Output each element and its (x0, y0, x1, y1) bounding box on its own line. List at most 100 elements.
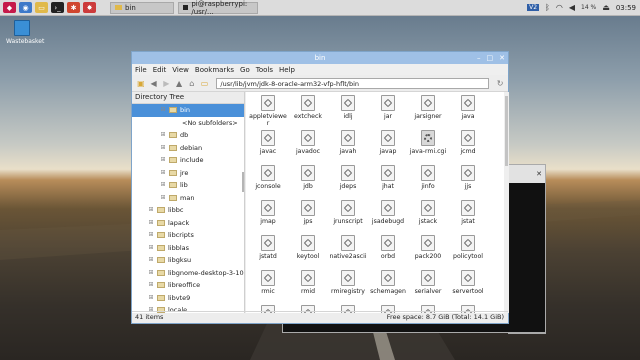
tree-item[interactable]: ⊞ lapack (132, 217, 244, 230)
window-titlebar[interactable]: bin – □ ✕ (132, 52, 508, 64)
file-item[interactable]: jdb (288, 165, 328, 190)
tree-item[interactable]: ⊞ debian (132, 142, 244, 155)
expand-icon[interactable]: ⊞ (148, 217, 154, 230)
task-file-manager[interactable]: bin (110, 1, 174, 14)
new-tab-icon[interactable]: ▣ (136, 78, 146, 88)
expand-icon[interactable]: ⊞ (160, 167, 166, 180)
menu-go[interactable]: Go (240, 66, 250, 74)
terminal-window[interactable]: ✕ (508, 164, 546, 334)
file-item[interactable]: jinfo (408, 165, 448, 190)
file-item[interactable]: java-rmi.cgi (408, 130, 448, 155)
minimize-icon[interactable]: – (477, 54, 481, 62)
file-item[interactable]: java (448, 95, 488, 120)
tree-item[interactable]: ⊞ libcripts (132, 229, 244, 242)
forward-icon[interactable]: ▶ (161, 78, 171, 88)
file-item[interactable]: keytool (288, 235, 328, 260)
tree-item[interactable]: ⊞ libgnome-desktop-3-10 (132, 267, 244, 280)
file-item[interactable]: jdeps (328, 165, 368, 190)
vnc-badge-icon[interactable]: V2 (527, 4, 540, 11)
file-item[interactable]: jsadebugd (368, 200, 408, 225)
expand-icon[interactable]: ⊞ (160, 142, 166, 155)
file-item[interactable]: jhat (368, 165, 408, 190)
clock[interactable]: 03:59 (616, 4, 636, 12)
file-item[interactable]: jcmd (448, 130, 488, 155)
file-item[interactable]: appletviewer (248, 95, 288, 127)
tree-item[interactable]: ⊞ include (132, 154, 244, 167)
back-icon[interactable]: ◀ (149, 78, 159, 88)
terminal-titlebar[interactable]: ✕ (509, 165, 545, 183)
grid-scrollbar[interactable] (504, 92, 509, 313)
file-item[interactable]: rmic (248, 270, 288, 295)
file-item[interactable]: pack200 (408, 235, 448, 260)
file-item[interactable]: schemagen (368, 270, 408, 295)
menu-view[interactable]: View (172, 66, 189, 74)
tree-item[interactable]: ⊞ libvte9 (132, 292, 244, 305)
file-item[interactable]: jconsole (248, 165, 288, 190)
file-item[interactable]: servertool (448, 270, 488, 295)
file-item[interactable]: javah (328, 130, 368, 155)
tree-item[interactable]: ⊟ bin (132, 104, 244, 117)
tree-scrollbar-thumb[interactable] (242, 172, 244, 192)
expand-icon[interactable]: ⊞ (148, 267, 154, 280)
reload-icon[interactable]: ↻ (495, 78, 505, 88)
menu-edit[interactable]: Edit (153, 66, 167, 74)
tree-item[interactable]: ⊞ lib (132, 179, 244, 192)
file-item[interactable]: jrunscript (328, 200, 368, 225)
browser-icon[interactable]: ◉ (19, 2, 32, 13)
file-item[interactable]: orbd (368, 235, 408, 260)
close-icon[interactable]: ✕ (536, 170, 542, 178)
home-icon[interactable]: ⌂ (187, 78, 197, 88)
menu-tools[interactable]: Tools (256, 66, 273, 74)
wifi-icon[interactable]: ◠ (556, 3, 563, 12)
file-item[interactable]: jstat (448, 200, 488, 225)
expand-icon[interactable]: ⊞ (160, 179, 166, 192)
wolfram-icon[interactable]: ✱ (67, 2, 80, 13)
task-terminal[interactable]: pi@raspberrypi: /usr/... (178, 0, 258, 16)
file-item[interactable]: jps (288, 200, 328, 225)
bluetooth-icon[interactable]: ᛒ (545, 3, 550, 12)
maximize-icon[interactable]: □ (487, 54, 494, 62)
mathematica-icon[interactable]: ✸ (83, 2, 96, 13)
tree-item[interactable]: <No subfolders> (132, 117, 244, 130)
expand-icon[interactable]: ⊞ (148, 292, 154, 305)
tree-item[interactable]: ⊞ man (132, 192, 244, 205)
tree-item[interactable]: ⊞ libblas (132, 242, 244, 255)
file-item[interactable]: jar (368, 95, 408, 120)
file-item[interactable]: rmiregistry (328, 270, 368, 295)
tree-item[interactable]: ⊞ libbc (132, 204, 244, 217)
close-icon[interactable]: ✕ (499, 54, 505, 62)
file-item[interactable]: jstack (408, 200, 448, 225)
expand-icon[interactable]: ⊞ (148, 204, 154, 217)
menu-bookmarks[interactable]: Bookmarks (195, 66, 234, 74)
grid-scrollbar-thumb[interactable] (505, 96, 508, 166)
file-item[interactable]: jjs (448, 165, 488, 190)
wastebasket-desktop-icon[interactable]: Wastebasket (6, 20, 44, 45)
file-item[interactable]: javadoc (288, 130, 328, 155)
expand-icon[interactable]: ⊞ (160, 192, 166, 205)
file-item[interactable]: policytool (448, 235, 488, 260)
file-item[interactable]: javap (368, 130, 408, 155)
expand-icon[interactable]: ⊞ (160, 154, 166, 167)
expand-icon[interactable]: ⊞ (160, 129, 166, 142)
terminal-icon[interactable]: ›_ (51, 2, 64, 13)
file-item[interactable]: serialver (408, 270, 448, 295)
up-icon[interactable]: ▲ (174, 78, 184, 88)
expand-icon[interactable]: ⊞ (148, 229, 154, 242)
file-item[interactable]: rmid (288, 270, 328, 295)
tree-item[interactable]: ⊞ libreoffice (132, 279, 244, 292)
menu-help[interactable]: Help (279, 66, 295, 74)
tree-item[interactable]: ⊞ jre (132, 167, 244, 180)
volume-icon[interactable]: ◀ (569, 3, 575, 12)
file-item[interactable]: jmap (248, 200, 288, 225)
file-manager-icon[interactable]: ▭ (35, 2, 48, 13)
eject-icon[interactable]: ⏏ (602, 3, 610, 12)
path-input[interactable]: /usr/lib/jvm/jdk-8-oracle-arm32-vfp-hflt… (216, 77, 490, 89)
expand-icon[interactable]: ⊞ (148, 242, 154, 255)
raspberry-menu-icon[interactable]: ◆ (3, 2, 16, 13)
expand-icon[interactable]: ⊞ (148, 279, 154, 292)
file-item[interactable]: jarsigner (408, 95, 448, 120)
expand-icon[interactable]: ⊞ (148, 254, 154, 267)
file-item[interactable]: native2ascii (328, 235, 368, 260)
file-item[interactable]: jstatd (248, 235, 288, 260)
file-item[interactable]: idlj (328, 95, 368, 120)
